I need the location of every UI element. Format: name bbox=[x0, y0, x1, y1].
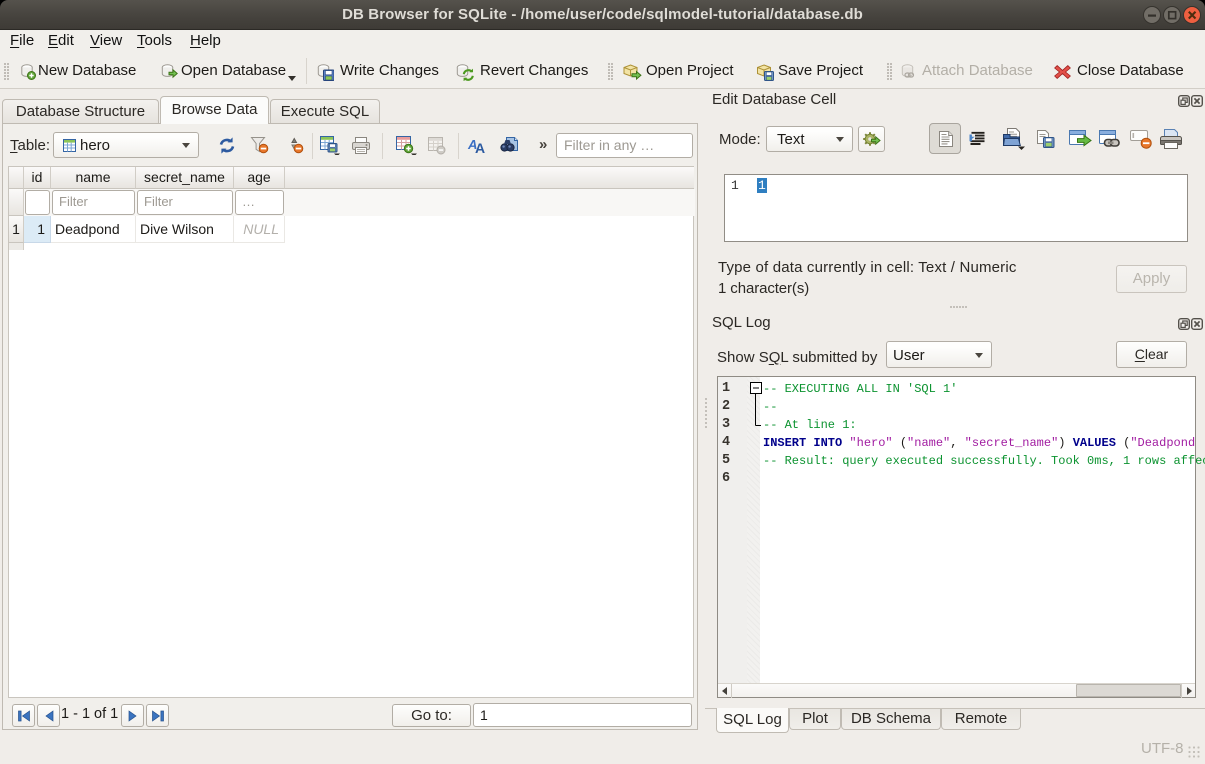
svg-text:A: A bbox=[475, 140, 485, 155]
